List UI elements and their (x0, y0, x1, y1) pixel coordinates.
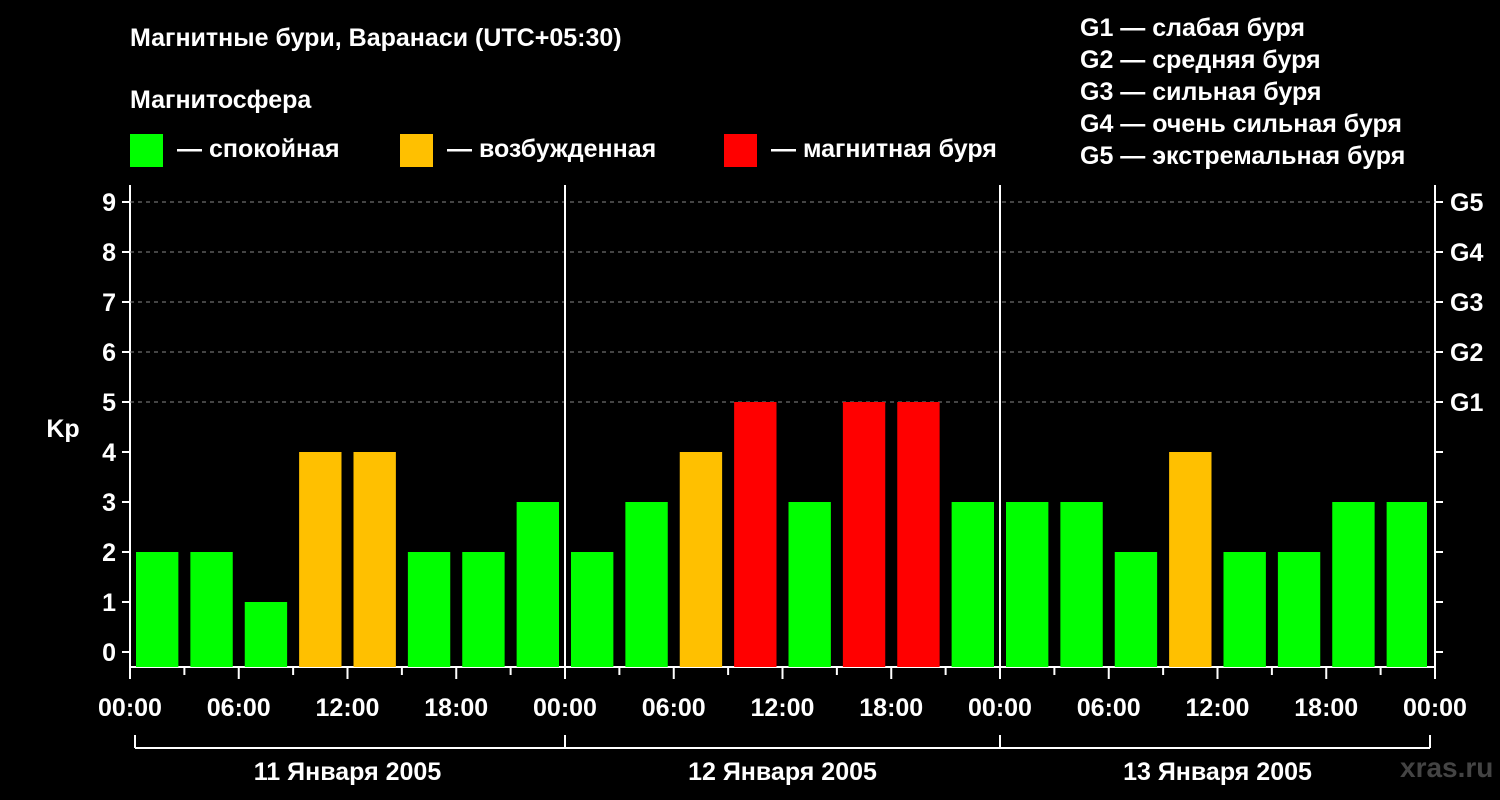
g-level-tick-label: G1 (1450, 389, 1483, 417)
x-tick-label: 00:00 (1403, 694, 1467, 722)
x-tick-label: 00:00 (533, 694, 597, 722)
y-tick-label: 3 (102, 489, 116, 517)
kp-bar (299, 452, 342, 667)
y-tick-label: 1 (102, 589, 116, 617)
x-tick-label: 18:00 (859, 694, 923, 722)
kp-bar (190, 552, 233, 667)
kp-bar (1006, 502, 1049, 667)
kp-bar-chart: 0 1 2 3 4 5 6 7 8 9 G1 G2 G3 G4 G5 Kp 00:00 06:00 12:00 18:… (46, 185, 1483, 786)
x-tick-label: 06:00 (1077, 694, 1141, 722)
y-tick-label: 5 (102, 389, 116, 417)
kp-bar (516, 502, 559, 667)
kp-bar (897, 402, 940, 667)
g-level-tick-label: G4 (1450, 239, 1483, 267)
x-tick-label: 06:00 (207, 694, 271, 722)
kp-bar (571, 552, 614, 667)
day-label: 12 Января 2005 (688, 758, 877, 786)
kp-bar (244, 602, 288, 667)
y-tick-label: 4 (102, 439, 116, 467)
g-level-tick-label: G5 (1450, 189, 1483, 217)
y-tick-label: 8 (102, 239, 116, 267)
g-level-tick-label: G2 (1450, 339, 1483, 367)
g-level-tick-label: G3 (1450, 289, 1483, 317)
y-tick-label: 0 (102, 639, 116, 667)
kp-bar (1277, 552, 1321, 667)
x-tick-label: 06:00 (642, 694, 706, 722)
kp-bar (1386, 502, 1427, 667)
y-tick-label: 9 (102, 189, 116, 217)
x-tick-label: 00:00 (968, 694, 1032, 722)
x-tick-label: 18:00 (424, 694, 488, 722)
kp-bar (625, 502, 668, 667)
kp-bar (1060, 502, 1103, 667)
kp-bar (1223, 552, 1266, 667)
kp-bar (951, 502, 994, 667)
kp-bar (679, 452, 723, 667)
kp-bar (1114, 552, 1158, 667)
day-label: 11 Января 2005 (254, 758, 442, 786)
kp-bar (788, 502, 831, 667)
y-tick-label: 7 (102, 289, 116, 317)
day-label: 13 Января 2005 (1123, 758, 1312, 786)
y-tick-label: 6 (102, 339, 116, 367)
x-tick-label: 00:00 (98, 694, 162, 722)
x-tick-label: 12:00 (751, 694, 815, 722)
kp-bar (136, 552, 179, 667)
kp-bar (1332, 502, 1375, 667)
kp-bar (734, 402, 777, 667)
y-tick-label: 2 (102, 539, 116, 567)
kp-bar (462, 552, 505, 667)
kp-bar (1169, 452, 1212, 667)
kp-bar (407, 552, 451, 667)
x-tick-label: 12:00 (316, 694, 380, 722)
y-axis-label: Kp (46, 415, 79, 443)
x-tick-label: 12:00 (1186, 694, 1250, 722)
watermark: xras.ru (1400, 752, 1494, 783)
kp-bar (353, 452, 396, 667)
kp-bar (842, 402, 886, 667)
x-tick-label: 18:00 (1294, 694, 1358, 722)
